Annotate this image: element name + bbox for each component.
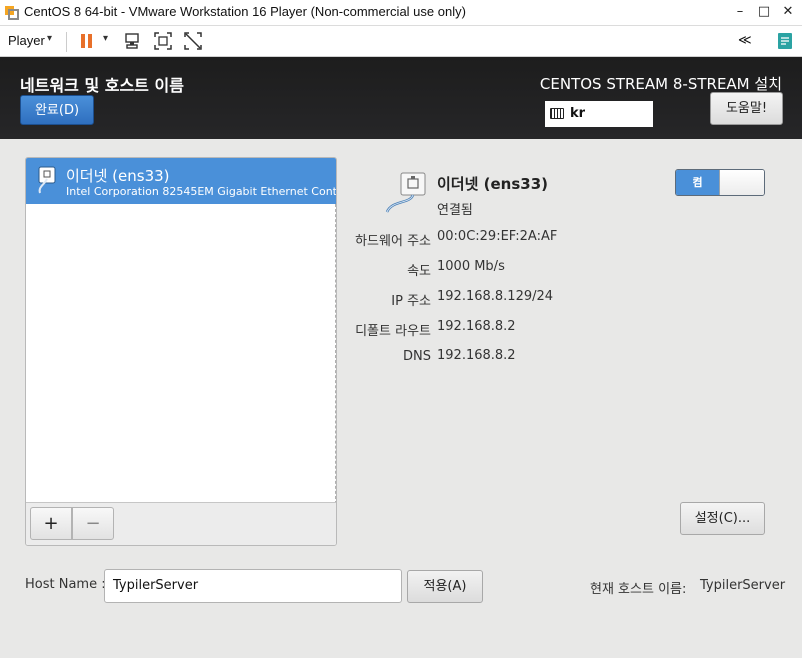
connection-toggle[interactable]: 켬 (675, 169, 765, 196)
player-menu[interactable]: Player (8, 33, 45, 48)
close-button[interactable]: ✕ (778, 3, 798, 21)
installer-header: 네트워크 및 호스트 이름 완료(D) CENTOS STREAM 8-STRE… (0, 57, 802, 139)
list-footer: + − (26, 502, 336, 545)
ip-address-label: IP 주소 (391, 294, 431, 309)
device-description: Intel Corporation 82545EM Gigabit Ethern… (66, 185, 337, 198)
keyboard-icon (550, 108, 564, 119)
done-button[interactable]: 완료(D) (20, 95, 94, 125)
host-name-input[interactable]: TypilerServer (104, 569, 402, 603)
ip-address-value: 192.168.8.129/24 (437, 289, 554, 304)
toolbar-divider (66, 32, 67, 52)
dns-label: DNS (403, 349, 431, 364)
collapse-icon[interactable]: ≪ (738, 32, 752, 48)
host-name-label: Host Name : (25, 577, 106, 592)
keyboard-layout-label: kr (570, 106, 586, 121)
list-item[interactable]: 이더넷 (ens33) Intel Corporation 82545EM Gi… (26, 158, 336, 204)
help-button[interactable]: 도움말! (710, 92, 783, 125)
vm-toolbar: Player ▾ ▾ ≪ (0, 26, 802, 57)
fit-guest-icon[interactable] (153, 31, 173, 51)
apply-button[interactable]: 적용(A) (407, 570, 483, 603)
device-detail-title: 이더넷 (ens33) (437, 175, 548, 193)
speed-value: 1000 Mb/s (437, 259, 505, 274)
vmware-app-icon (5, 6, 19, 20)
connection-status: 연결됨 (437, 203, 473, 218)
add-device-button[interactable]: + (30, 507, 72, 540)
remove-device-button[interactable]: − (72, 507, 114, 540)
ethernet-icon (385, 172, 426, 213)
list-scrollbar[interactable] (335, 204, 336, 504)
chevron-down-icon[interactable]: ▾ (47, 33, 52, 44)
hardware-address-value: 00:0C:29:EF:2A:AF (437, 229, 558, 244)
speed-label: 속도 (407, 264, 431, 279)
product-title: CENTOS STREAM 8-STREAM 설치 (539, 75, 782, 93)
dns-value: 192.168.8.2 (437, 348, 516, 363)
window-title: CentOS 8 64-bit - VMware Workstation 16 … (24, 4, 466, 19)
settings-button[interactable]: 설정(C)... (680, 502, 765, 535)
page-title: 네트워크 및 호스트 이름 (20, 76, 184, 95)
device-name: 이더넷 (ens33) (66, 167, 170, 185)
minimize-button[interactable]: – (730, 3, 750, 21)
pause-dropdown-icon[interactable]: ▾ (103, 33, 108, 44)
default-route-label: 디폴트 라우트 (355, 324, 431, 339)
pause-icon[interactable] (77, 31, 97, 51)
notes-icon[interactable] (775, 31, 795, 51)
window-titlebar: CentOS 8 64-bit - VMware Workstation 16 … (0, 0, 802, 26)
current-host-name-label: 현재 호스트 이름: (590, 582, 687, 597)
hardware-address-label: 하드웨어 주소 (355, 234, 431, 249)
toggle-on-label: 켬 (676, 170, 719, 195)
default-route-value: 192.168.8.2 (437, 319, 516, 334)
ethernet-icon (38, 166, 56, 194)
send-ctrl-alt-del-icon[interactable] (123, 31, 143, 51)
maximize-button[interactable]: □ (754, 3, 774, 21)
unity-icon[interactable] (183, 31, 203, 51)
current-host-name-value: TypilerServer (700, 578, 786, 593)
network-device-list: 이더넷 (ens33) Intel Corporation 82545EM Gi… (25, 157, 337, 546)
keyboard-layout-indicator[interactable]: kr (545, 101, 653, 127)
toggle-knob[interactable] (719, 170, 764, 195)
